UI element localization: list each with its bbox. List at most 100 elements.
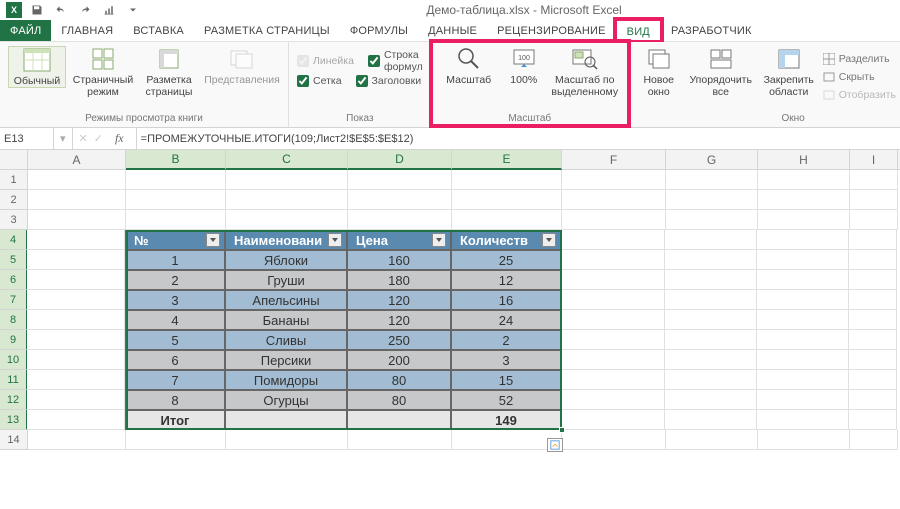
arrange-all-button[interactable]: Упорядочить все xyxy=(687,46,755,98)
chart-icon[interactable] xyxy=(100,2,118,18)
cell-G1[interactable] xyxy=(666,170,758,190)
cell-E8[interactable]: 24 xyxy=(451,310,561,330)
col-header-C[interactable]: C xyxy=(226,150,348,170)
cell-B7[interactable]: 3 xyxy=(125,290,225,310)
cell-C11[interactable]: Помидоры xyxy=(225,370,347,390)
cell-C3[interactable] xyxy=(226,210,348,230)
cell-C14[interactable] xyxy=(226,430,348,450)
cell-C8[interactable]: Бананы xyxy=(225,310,347,330)
qat-more-icon[interactable] xyxy=(124,2,142,18)
cell-E14[interactable] xyxy=(452,430,562,450)
cell-E13[interactable]: 149 xyxy=(451,410,561,430)
cell-G7[interactable] xyxy=(665,290,757,310)
cell-E1[interactable] xyxy=(452,170,562,190)
cell-F13[interactable] xyxy=(561,410,665,430)
cell-H13[interactable] xyxy=(757,410,849,430)
col-header-E[interactable]: E xyxy=(452,150,562,170)
cell-I10[interactable] xyxy=(849,350,897,370)
cell-F5[interactable] xyxy=(561,250,665,270)
cell-H6[interactable] xyxy=(757,270,849,290)
row-header-11[interactable]: 11 xyxy=(0,370,28,390)
cell-G13[interactable] xyxy=(665,410,757,430)
col-header-D[interactable]: D xyxy=(348,150,452,170)
tab-file[interactable]: ФАЙЛ xyxy=(0,20,51,41)
cell-B1[interactable] xyxy=(126,170,226,190)
cell-I6[interactable] xyxy=(849,270,897,290)
row-header-2[interactable]: 2 xyxy=(0,190,28,210)
cell-B14[interactable] xyxy=(126,430,226,450)
cell-A14[interactable] xyxy=(28,430,126,450)
cell-A5[interactable] xyxy=(27,250,125,270)
cell-I12[interactable] xyxy=(849,390,897,410)
cell-D11[interactable]: 80 xyxy=(347,370,451,390)
cell-I5[interactable] xyxy=(849,250,897,270)
cell-C4[interactable]: Наименовани xyxy=(225,230,347,250)
autofill-handle[interactable] xyxy=(559,427,565,433)
cancel-icon[interactable]: ✕ xyxy=(79,132,88,145)
cell-A12[interactable] xyxy=(27,390,125,410)
cell-D5[interactable]: 160 xyxy=(347,250,451,270)
cell-I4[interactable] xyxy=(849,230,897,250)
filter-arrow-icon[interactable] xyxy=(432,233,446,247)
cell-E12[interactable]: 52 xyxy=(451,390,561,410)
cell-C12[interactable]: Огурцы xyxy=(225,390,347,410)
row-header-14[interactable]: 14 xyxy=(0,430,28,450)
cell-F7[interactable] xyxy=(561,290,665,310)
redo-icon[interactable] xyxy=(76,2,94,18)
cell-H4[interactable] xyxy=(757,230,849,250)
cell-A4[interactable] xyxy=(27,230,125,250)
cell-G4[interactable] xyxy=(665,230,757,250)
filter-arrow-icon[interactable] xyxy=(328,233,342,247)
tab-review[interactable]: РЕЦЕНЗИРОВАНИЕ xyxy=(487,20,616,41)
headings-checkbox[interactable]: Заголовки xyxy=(356,72,422,90)
cell-G14[interactable] xyxy=(666,430,758,450)
cell-F11[interactable] xyxy=(561,370,665,390)
cell-I3[interactable] xyxy=(850,210,898,230)
zoom-100-button[interactable]: 100 100% xyxy=(504,46,544,86)
cell-B10[interactable]: 6 xyxy=(125,350,225,370)
cell-H5[interactable] xyxy=(757,250,849,270)
cell-D9[interactable]: 250 xyxy=(347,330,451,350)
filter-arrow-icon[interactable] xyxy=(206,233,220,247)
cell-H2[interactable] xyxy=(758,190,850,210)
tab-view[interactable]: ВИД xyxy=(616,20,661,42)
new-window-button[interactable]: Новое окно xyxy=(637,46,681,98)
cell-E3[interactable] xyxy=(452,210,562,230)
row-header-3[interactable]: 3 xyxy=(0,210,28,230)
split-button[interactable]: Разделить xyxy=(823,50,896,68)
hide-button[interactable]: Скрыть xyxy=(823,68,896,86)
cell-I14[interactable] xyxy=(850,430,898,450)
cell-I8[interactable] xyxy=(849,310,897,330)
gridlines-checkbox[interactable]: Сетка xyxy=(297,72,342,90)
cell-A13[interactable] xyxy=(27,410,125,430)
cell-I2[interactable] xyxy=(850,190,898,210)
row-header-1[interactable]: 1 xyxy=(0,170,28,190)
cell-C13[interactable] xyxy=(225,410,347,430)
cell-B4[interactable]: № xyxy=(125,230,225,250)
cell-D8[interactable]: 120 xyxy=(347,310,451,330)
cell-H3[interactable] xyxy=(758,210,850,230)
cell-E6[interactable]: 12 xyxy=(451,270,561,290)
cell-I7[interactable] xyxy=(849,290,897,310)
cell-D1[interactable] xyxy=(348,170,452,190)
row-header-4[interactable]: 4 xyxy=(0,230,28,250)
row-header-10[interactable]: 10 xyxy=(0,350,28,370)
cell-A10[interactable] xyxy=(27,350,125,370)
cell-D4[interactable]: Цена xyxy=(347,230,451,250)
cell-B2[interactable] xyxy=(126,190,226,210)
worksheet-grid[interactable]: A B C D E F G H I 1234№НаименованиЦенаКо… xyxy=(0,150,900,450)
col-header-H[interactable]: H xyxy=(758,150,850,169)
cell-C9[interactable]: Сливы xyxy=(225,330,347,350)
cell-H9[interactable] xyxy=(757,330,849,350)
cell-H12[interactable] xyxy=(757,390,849,410)
cell-A8[interactable] xyxy=(27,310,125,330)
cell-A2[interactable] xyxy=(28,190,126,210)
cell-D12[interactable]: 80 xyxy=(347,390,451,410)
name-box[interactable]: E13 xyxy=(0,128,54,149)
cell-F9[interactable] xyxy=(561,330,665,350)
cell-C5[interactable]: Яблоки xyxy=(225,250,347,270)
cell-F14[interactable] xyxy=(562,430,666,450)
cell-E5[interactable]: 25 xyxy=(451,250,561,270)
save-icon[interactable] xyxy=(28,2,46,18)
ruler-checkbox[interactable]: Линейка xyxy=(297,52,354,70)
